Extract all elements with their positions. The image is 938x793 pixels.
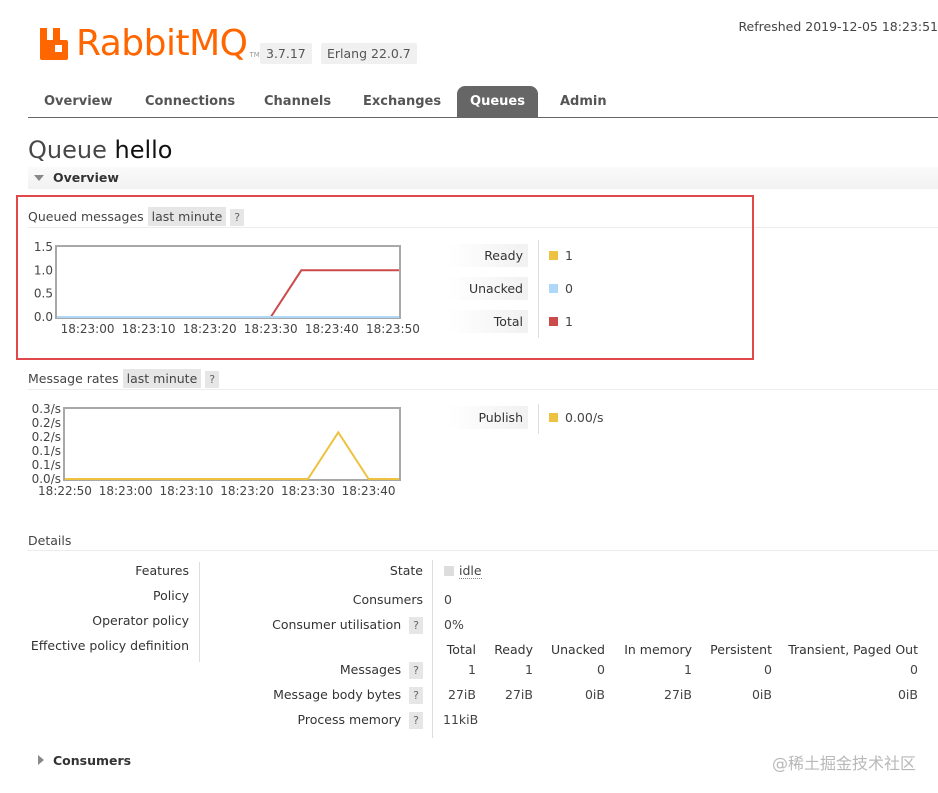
table-cell: 1 [468,662,476,677]
message-rates-chart: 0.3/s0.2/s0.2/s0.1/s0.1/s0.0/s 18:22:50 1… [32,402,401,498]
features-label: Features [135,563,189,578]
message-body-bytes-help-button[interactable]: ? [409,687,423,704]
refreshed-timestamp: Refreshed 2019-12-05 18:23:51 [738,19,938,34]
x-tick-label: 18:23:30 [281,484,335,498]
process-memory-value: 11kiB [443,712,479,727]
state-label: State [389,563,423,578]
message-rates-range-button[interactable]: last minute [122,369,202,388]
y-tick-label: 0.3/s [32,402,61,416]
x-tick-label: 18:23:20 [220,484,274,498]
details-label: Details [28,533,72,548]
y-tick-label: 0.2/s [32,416,61,430]
x-tick-label: 18:23:10 [160,484,214,498]
brand-name: RabbitMQ [76,23,248,64]
consumers-section-label: Consumers [53,753,132,768]
collapse-triangle-icon [34,175,44,181]
details-column-divider [199,562,200,662]
table-cell: 0iB [584,687,605,702]
tab-queues[interactable]: Queues [457,86,538,117]
page-title: Queue hello [28,136,172,164]
legend-divider [538,404,539,434]
consumers-section-toggle[interactable]: Consumers [28,750,228,772]
consumer-utilisation-help-button[interactable]: ? [409,617,423,634]
process-memory-label: Process memory [297,712,402,727]
overview-section-toggle[interactable]: Overview [28,167,938,189]
y-tick-label: 0.1/s [32,444,61,458]
x-tick-label: 18:23:40 [342,484,396,498]
queue-name: hello [114,136,173,164]
effective-policy-label: Effective policy definition [30,638,189,653]
col-persistent: Persistent [710,642,772,657]
rabbit-logo-icon [40,28,68,60]
divider [28,550,938,551]
highlight-box [16,195,754,360]
table-cell: 0iB [897,687,918,702]
state-indicator-icon [444,566,454,576]
chart-plot-area [63,407,401,481]
state-value: idle [444,563,482,579]
rabbitmq-version-badge: 3.7.17 [260,43,312,64]
tab-exchanges[interactable]: Exchanges [352,86,452,117]
expand-triangle-icon [38,755,44,765]
details-value-divider [432,560,433,738]
messages-label: Messages [339,662,402,677]
state-text: idle [459,563,482,579]
table-cell: 0 [764,662,772,677]
col-ready: Ready [494,642,533,657]
consumer-utilisation-value: 0% [444,617,464,632]
table-cell: 0 [597,662,605,677]
table-cell: 0iB [751,687,772,702]
y-tick-label: 0.1/s [32,458,61,472]
trademark: TM [249,51,260,59]
watermark: @稀土掘金技术社区 [771,754,916,773]
message-rates-label: Message rates [28,371,119,386]
consumers-value: 0 [444,592,452,607]
overview-section-label: Overview [53,170,119,185]
table-cell: 27iB [664,687,692,702]
process-memory-row-label: Process memory ? [220,712,423,729]
y-tick-label: 0.2/s [32,430,61,444]
divider [28,389,938,390]
messages-help-button[interactable]: ? [409,662,423,679]
table-cell: 1 [525,662,533,677]
table-cell: 27iB [448,687,476,702]
tab-admin[interactable]: Admin [549,86,618,117]
publish-swatch [549,413,558,422]
tab-overview[interactable]: Overview [33,86,124,117]
operator-policy-label: Operator policy [92,613,189,628]
x-tick-label: 18:22:50 [38,484,92,498]
main-nav-tabs: Overview Connections Channels Exchanges … [28,86,938,118]
process-memory-help-button[interactable]: ? [409,712,423,729]
consumers-label: Consumers [352,592,423,607]
publish-value: 0.00/s [565,410,604,425]
message-body-bytes-row-label: Message body bytes ? [220,687,423,704]
table-cell: 27iB [505,687,533,702]
table-cell: 1 [684,662,692,677]
col-total: Total [446,642,476,657]
consumer-utilisation-text: Consumer utilisation [272,617,402,632]
message-rates-header: Message rates last minute ? [28,369,220,388]
col-transient-paged-out: Transient, Paged Out [788,642,918,657]
legend-publish-value: 0.00/s [549,410,604,425]
policy-label: Policy [153,588,189,603]
page-title-prefix: Queue [28,136,107,164]
tab-channels[interactable]: Channels [253,86,342,117]
rabbitmq-logo: RabbitMQ TM [38,26,260,62]
legend-publish-label: Publish [448,406,528,429]
tab-connections[interactable]: Connections [134,86,246,117]
x-tick-label: 18:23:00 [99,484,153,498]
message-rates-help-button[interactable]: ? [205,371,220,388]
col-unacked: Unacked [550,642,605,657]
table-cell: 0 [910,662,918,677]
message-body-bytes-label: Message body bytes [273,687,402,702]
consumer-utilisation-label: Consumer utilisation ? [220,617,423,634]
col-in-memory: In memory [624,642,692,657]
messages-row-label: Messages ? [220,662,423,679]
erlang-version-badge: Erlang 22.0.7 [321,43,417,64]
